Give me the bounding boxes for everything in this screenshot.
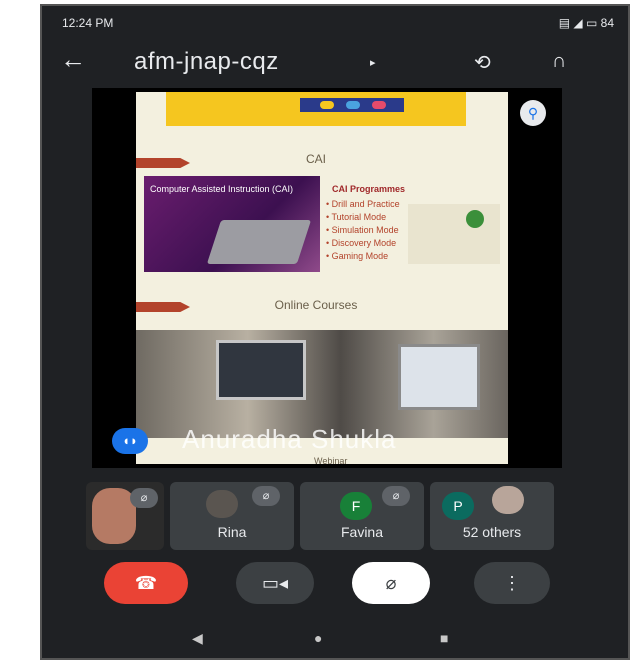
headphones-icon[interactable]: ∩ bbox=[552, 50, 566, 73]
cai-image: Computer Assisted Instruction (CAI) bbox=[144, 176, 320, 272]
pin-icon[interactable]: ⚲ bbox=[520, 100, 546, 126]
section-marker bbox=[136, 302, 190, 312]
laptop-photo bbox=[216, 340, 306, 400]
online-courses-photo bbox=[136, 330, 508, 438]
meeting-code[interactable]: afm-jnap-cqz bbox=[134, 48, 279, 76]
programmes-title: CAI Programmes bbox=[332, 184, 406, 194]
mic-toggle-button[interactable]: ⌀ bbox=[352, 562, 430, 604]
programme-item: • Tutorial Mode bbox=[326, 212, 387, 222]
cai-image-caption: Computer Assisted Instruction (CAI) bbox=[150, 184, 294, 194]
laptop-illustration bbox=[206, 220, 312, 264]
desk-illustration bbox=[408, 204, 500, 264]
participant-tile[interactable]: F ⌀ Favina bbox=[300, 482, 424, 550]
mic-off-icon: ⌀ bbox=[252, 486, 280, 506]
participant-strip: ⌀ ⌀ Rina F ⌀ Favina P 52 others bbox=[86, 482, 606, 552]
caret-right-icon[interactable]: ▸ bbox=[370, 56, 376, 69]
video-camera-icon: ▭◂ bbox=[261, 573, 289, 593]
programme-item: • Drill and Practice bbox=[326, 199, 400, 209]
call-controls: ☎ ▭◂ ⌀ ⋮ bbox=[42, 562, 628, 608]
status-bar: 12:24 PM ▤ ◢ ▭ 84 bbox=[42, 6, 628, 38]
mic-off-icon: ⌀ bbox=[382, 486, 410, 506]
programme-item: • Discovery Mode bbox=[326, 238, 397, 248]
meeting-header: ← afm-jnap-cqz ▸ ⟲ ∩ bbox=[42, 38, 628, 86]
system-nav-bar: ◀ ● ■ bbox=[42, 624, 628, 654]
nav-back-icon[interactable]: ◀ bbox=[192, 630, 203, 647]
wifi-icon: ▤ ◢ ▭ bbox=[558, 16, 598, 30]
presentation-stage: CAI Computer Assisted Instruction (CAI) … bbox=[92, 88, 562, 468]
nav-recents-icon[interactable]: ■ bbox=[440, 630, 448, 646]
programmes-list: • Drill and Practice • Tutorial Mode • S… bbox=[326, 198, 400, 263]
participant-tile[interactable]: P 52 others bbox=[430, 482, 554, 550]
self-view-tile[interactable]: ⌀ bbox=[86, 482, 164, 550]
slide-section-title: CAI bbox=[305, 152, 326, 166]
blue-dot bbox=[346, 101, 360, 109]
phone-hangup-icon: ☎ bbox=[134, 573, 158, 593]
switch-camera-icon[interactable]: ⟲ bbox=[474, 50, 491, 75]
programme-item: • Gaming Mode bbox=[326, 251, 389, 261]
slide-footer-text: Webinar bbox=[314, 456, 348, 466]
participant-name: 52 others bbox=[462, 524, 522, 540]
avatar: F bbox=[340, 492, 372, 520]
shared-slide: CAI Computer Assisted Instruction (CAI) … bbox=[136, 92, 508, 466]
participant-name: Favina bbox=[340, 524, 384, 540]
phone-screen: 12:24 PM ▤ ◢ ▭ 84 ← afm-jnap-cqz ▸ ⟲ ∩ C… bbox=[40, 4, 630, 660]
avatar bbox=[492, 486, 524, 514]
programme-item: • Simulation Mode bbox=[326, 225, 399, 235]
mic-off-icon: ⌀ bbox=[130, 488, 158, 508]
back-arrow-icon[interactable]: ← bbox=[60, 44, 86, 75]
participant-tile[interactable]: ⌀ Rina bbox=[170, 482, 294, 550]
battery-indicator: ▤ ◢ ▭ 84 bbox=[559, 16, 614, 30]
end-call-button[interactable]: ☎ bbox=[104, 562, 188, 604]
section-marker bbox=[136, 158, 190, 168]
slide-header-band bbox=[166, 92, 466, 126]
laptop-photo bbox=[398, 344, 480, 410]
slide-section-title: Online Courses bbox=[274, 298, 358, 312]
person-illustration bbox=[466, 210, 484, 228]
pink-dot bbox=[372, 101, 386, 109]
slide-logo-strip bbox=[300, 98, 404, 112]
mic-off-icon: ⌀ bbox=[385, 573, 397, 593]
nav-home-icon[interactable]: ● bbox=[314, 630, 322, 646]
avatar bbox=[206, 490, 238, 518]
camera-toggle-button[interactable]: ▭◂ bbox=[236, 562, 314, 604]
presenter-name: Anuradha Shukla bbox=[182, 424, 397, 454]
more-vert-icon: ⋮ bbox=[503, 573, 521, 593]
avatar: P bbox=[442, 492, 474, 520]
more-options-button[interactable]: ⋮ bbox=[474, 562, 550, 604]
speaking-indicator-icon: ◖◗ bbox=[112, 428, 148, 454]
participant-name: Rina bbox=[217, 524, 247, 540]
battery-level: 84 bbox=[600, 16, 614, 30]
yellow-dot bbox=[320, 101, 334, 109]
status-time: 12:24 PM bbox=[62, 16, 114, 30]
